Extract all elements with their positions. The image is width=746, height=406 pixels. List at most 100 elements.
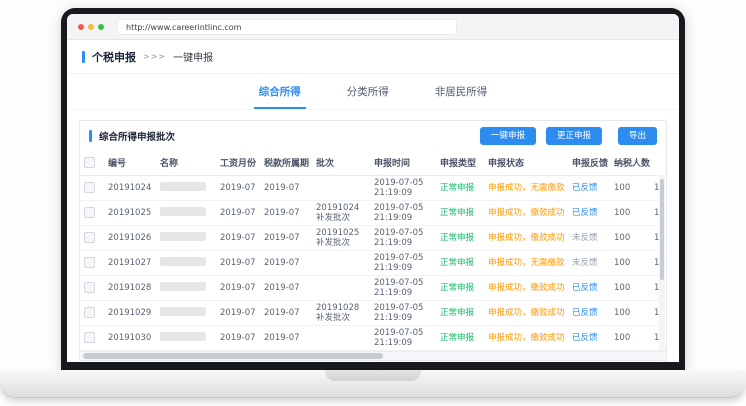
cell-status: 申报成功，无需缴款 <box>484 175 568 200</box>
cell-status: 申报成功，缴款成功 <box>484 225 568 250</box>
cell-taxpayers: 100 <box>610 225 650 250</box>
col-header-month: 工资月份 <box>216 151 260 175</box>
cell-status: 申报成功，缴款成功 <box>484 325 568 350</box>
row-checkbox[interactable] <box>84 257 95 268</box>
col-header-id: 编号 <box>104 151 156 175</box>
feedback-status-badge: 未反馈 <box>572 233 598 243</box>
cell-feedback: 已反馈 <box>568 300 610 325</box>
traffic-light-red-icon <box>78 24 84 30</box>
tab-classified-income[interactable]: 分类所得 <box>342 84 394 109</box>
col-header-extra <box>650 151 666 175</box>
cell-taxpayers: 100 <box>610 325 650 350</box>
horizontal-scrollbar[interactable] <box>80 351 666 360</box>
cell-id: 20191030 <box>104 325 156 350</box>
tab-bar: 综合所得 分类所得 非居民所得 <box>67 74 679 110</box>
batch-panel: 综合所得申报批次 一键申报 更正申报 导出 编号名称工资月份税款所属期批次申报时… <box>79 120 667 361</box>
cell-name <box>156 175 216 200</box>
cell-time: 2019-07-0521:19:09 <box>370 175 436 200</box>
cell-period: 2019-07 <box>260 175 312 200</box>
col-header-status: 申报状态 <box>484 151 568 175</box>
cell-month: 2019-07 <box>216 225 260 250</box>
table-row: 201910252019-072019-0720191024补发批次2019-0… <box>80 200 666 225</box>
cell-type: 正常申报 <box>436 275 484 300</box>
col-header-time: 申报时间 <box>370 151 436 175</box>
amend-file-button[interactable]: 更正申报 <box>546 127 602 145</box>
export-button[interactable]: 导出 <box>618 127 657 145</box>
col-header-check <box>80 151 104 175</box>
row-checkbox[interactable] <box>84 182 95 193</box>
table-row: 20191028 2019-072019-07 2019-07-0521:19:09… <box>80 275 666 300</box>
table-header-row: 编号名称工资月份税款所属期批次申报时间申报类型申报状态申报反馈纳税人数 <box>80 151 666 175</box>
vertical-scrollbar[interactable] <box>659 175 665 350</box>
redacted-name-block <box>160 332 206 341</box>
title-accent-bar <box>82 51 85 63</box>
cell-taxpayers: 100 <box>610 275 650 300</box>
cell-status: 申报成功，无需缴款 <box>484 250 568 275</box>
cell-period: 2019-07 <box>260 275 312 300</box>
row-checkbox[interactable] <box>84 282 95 293</box>
cell-type: 正常申报 <box>436 225 484 250</box>
cell-taxpayers: 100 <box>610 300 650 325</box>
cell-id: 20191027 <box>104 250 156 275</box>
one-click-file-button[interactable]: 一键申报 <box>480 127 536 145</box>
cell-time: 2019-07-0521:19:09 <box>370 200 436 225</box>
cell-id: 20191028 <box>104 275 156 300</box>
col-header-batch: 批次 <box>312 151 370 175</box>
cell-period: 2019-07 <box>260 250 312 275</box>
redacted-name-block <box>160 182 206 191</box>
cell-feedback: 已反馈 <box>568 275 610 300</box>
redacted-name-block <box>160 257 206 266</box>
browser-chrome: http://www.careerintlinc.com <box>67 14 679 40</box>
cell-month: 2019-07 <box>216 175 260 200</box>
cell-month: 2019-07 <box>216 200 260 225</box>
tab-nonresident-income[interactable]: 非居民所得 <box>430 84 493 109</box>
row-checkbox[interactable] <box>84 207 95 218</box>
table-body: 201910242019-072019-072019-07-0521:19:09… <box>80 175 666 350</box>
breadcrumb: 一键申报 <box>173 49 213 64</box>
row-checkbox[interactable] <box>84 332 95 343</box>
select-all-checkbox[interactable] <box>84 157 95 168</box>
row-checkbox[interactable] <box>84 232 95 243</box>
col-header-type: 申报类型 <box>436 151 484 175</box>
browser-window: http://www.careerintlinc.com 个税申报 >>> 一键… <box>67 14 679 362</box>
cell-check <box>80 250 104 275</box>
cell-name <box>156 275 216 300</box>
cell-name <box>156 225 216 250</box>
traffic-light-green-icon <box>98 24 104 30</box>
cell-check <box>80 175 104 200</box>
col-header-taxpayers: 纳税人数 <box>610 151 650 175</box>
cell-name <box>156 200 216 225</box>
cell-status: 申报成功，缴款成功 <box>484 300 568 325</box>
col-header-feedback: 申报反馈 <box>568 151 610 175</box>
cell-type: 正常申报 <box>436 325 484 350</box>
panel-accent-bar <box>89 130 92 142</box>
row-checkbox[interactable] <box>84 307 95 318</box>
table-row: 201910302019-072019-072019-07-0521:19:09… <box>80 325 666 350</box>
cell-batch: 20191025补发批次 <box>312 225 370 250</box>
horizontal-scroll-thumb[interactable] <box>83 353 383 359</box>
cell-feedback: 已反馈 <box>568 325 610 350</box>
cell-feedback: 已反馈 <box>568 200 610 225</box>
cell-type: 正常申报 <box>436 300 484 325</box>
cell-check <box>80 325 104 350</box>
cell-month: 2019-07 <box>216 275 260 300</box>
panel-title: 综合所得申报批次 <box>99 129 175 143</box>
cell-taxpayers: 100 <box>610 200 650 225</box>
cell-time: 2019-07-0521:19:09 <box>370 275 436 300</box>
cell-check <box>80 300 104 325</box>
cell-check <box>80 200 104 225</box>
cell-id: 20191029 <box>104 300 156 325</box>
feedback-status-badge: 未反馈 <box>572 258 598 268</box>
cell-name <box>156 300 216 325</box>
cell-status: 申报成功，缴款成功 <box>484 275 568 300</box>
cell-month: 2019-07 <box>216 300 260 325</box>
cell-batch <box>312 275 370 300</box>
panel-header: 综合所得申报批次 一键申报 更正申报 导出 <box>80 121 666 151</box>
cell-feedback: 未反馈 <box>568 225 610 250</box>
tab-comprehensive-income[interactable]: 综合所得 <box>254 84 306 109</box>
address-bar[interactable]: http://www.careerintlinc.com <box>117 19 457 35</box>
cell-taxpayers: 100 <box>610 250 650 275</box>
redacted-name-block <box>160 282 206 291</box>
vertical-scroll-thumb[interactable] <box>660 179 664 280</box>
cell-id: 20191024 <box>104 175 156 200</box>
